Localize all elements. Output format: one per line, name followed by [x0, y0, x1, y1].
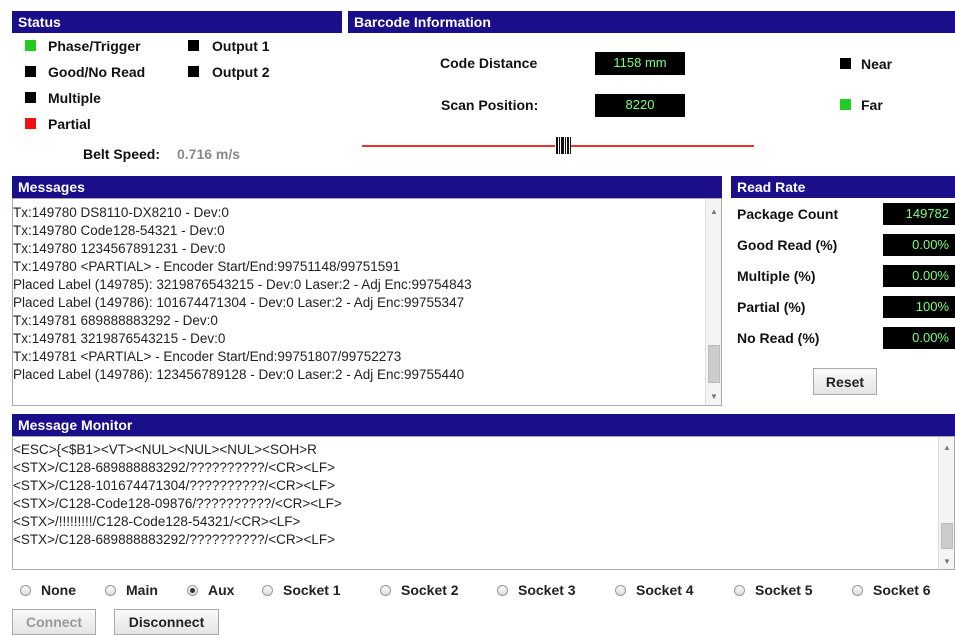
radio-circle-icon[interactable]: [105, 584, 116, 596]
radio-label: Aux: [208, 582, 235, 598]
radio-label: Socket 2: [401, 582, 459, 598]
source-radio-socket-2[interactable]: Socket 2: [380, 582, 459, 598]
message-line: Tx:149780 <PARTIAL> - Encoder Start/End:…: [13, 259, 401, 274]
radio-circle-icon[interactable]: [852, 584, 863, 596]
messages-scroll-thumb[interactable]: [708, 345, 720, 383]
scan-position-label: Scan Position:: [441, 97, 539, 113]
radio-label: Socket 6: [873, 582, 931, 598]
phase-trigger-label: Phase/Trigger: [48, 38, 141, 54]
radio-label: Socket 4: [636, 582, 694, 598]
radio-circle-icon[interactable]: [262, 584, 273, 596]
radio-label: Socket 5: [755, 582, 813, 598]
source-radio-none[interactable]: None: [20, 582, 76, 598]
scroll-up-icon[interactable]: ▲: [706, 207, 721, 216]
good-no-read-indicator: [25, 66, 36, 77]
source-radio-socket-5[interactable]: Socket 5: [734, 582, 813, 598]
message-line: Tx:149780 Code128-54321 - Dev:0: [13, 223, 225, 238]
source-radio-aux[interactable]: Aux: [187, 582, 234, 598]
scroll-down-icon[interactable]: ▼: [706, 392, 721, 401]
source-radio-socket-4[interactable]: Socket 4: [615, 582, 694, 598]
message-line: Placed Label (149785): 3219876543215 - D…: [13, 277, 472, 292]
message-line: Placed Label (149786): 123456789128 - De…: [13, 367, 465, 382]
no-read-label: No Read (%): [737, 330, 820, 346]
message-monitor-header: Message Monitor: [12, 414, 955, 436]
monitor-line: <STX>/C128-Code128-09876/??????????/<CR>…: [13, 496, 342, 511]
radio-circle-icon[interactable]: [187, 584, 198, 596]
connect-button[interactable]: Connect: [12, 609, 96, 635]
far-indicator: [840, 99, 851, 110]
source-radio-socket-1[interactable]: Socket 1: [262, 582, 341, 598]
good-read-label: Good Read (%): [737, 237, 838, 253]
messages-log[interactable]: Tx:149780 DS8110-DX8210 - Dev:0 Tx:14978…: [12, 198, 722, 406]
radio-label: Socket 3: [518, 582, 576, 598]
radio-circle-icon[interactable]: [380, 584, 391, 596]
source-radio-main[interactable]: Main: [105, 582, 158, 598]
monitor-line: <STX>/C128-689888883292/??????????/<CR><…: [13, 460, 336, 475]
message-monitor-log[interactable]: <ESC>{<$B1><VT><NUL><NUL><NUL><SOH>R <ST…: [12, 436, 955, 570]
status-header: Status: [12, 11, 342, 33]
radio-circle-icon[interactable]: [734, 584, 745, 596]
monitor-line: <STX>/C128-101674471304/??????????/<CR><…: [13, 478, 336, 493]
message-line: Placed Label (149786): 101674471304 - De…: [13, 295, 465, 310]
belt-speed-label: Belt Speed:: [83, 146, 161, 162]
code-distance-value: 1158 mm: [595, 52, 685, 75]
monitor-scroll-thumb[interactable]: [941, 523, 953, 549]
monitor-line: <STX>/C128-689888883292/??????????/<CR><…: [13, 532, 336, 547]
partial-label: Partial: [48, 116, 91, 132]
belt-speed-value: 0.716 m/s: [177, 146, 241, 162]
source-radio-group: None Main Aux Socket 1 Socket 2 Socket 3 Socke…: [0, 582, 955, 602]
near-indicator: [840, 58, 851, 69]
scroll-up-icon[interactable]: ▲: [939, 443, 954, 452]
barcode-info-header: Barcode Information: [348, 11, 955, 33]
message-line: Tx:149780 1234567891231 - Dev:0: [13, 241, 226, 256]
good-read-value: 0.00%: [883, 234, 955, 256]
no-read-value: 0.00%: [883, 327, 955, 349]
partial-rate-value: 100%: [883, 296, 955, 318]
messages-header: Messages: [12, 176, 722, 198]
multiple-rate-value: 0.00%: [883, 265, 955, 287]
radio-circle-icon[interactable]: [20, 584, 31, 596]
source-radio-socket-6[interactable]: Socket 6: [852, 582, 931, 598]
read-rate-header: Read Rate: [731, 176, 955, 198]
message-line: Tx:149781 <PARTIAL> - Encoder Start/End:…: [13, 349, 402, 364]
messages-scrollbar[interactable]: ▲ ▼: [705, 199, 721, 405]
multiple-label: Multiple: [48, 90, 101, 106]
radio-label: Socket 1: [283, 582, 341, 598]
partial-indicator: [25, 118, 36, 129]
package-count-label: Package Count: [737, 206, 839, 222]
multiple-rate-label: Multiple (%): [737, 268, 816, 284]
multiple-indicator: [25, 92, 36, 103]
package-count-value: 149782: [883, 203, 955, 225]
radio-circle-icon[interactable]: [615, 584, 626, 596]
output-1-indicator: [188, 40, 199, 51]
code-distance-label: Code Distance: [440, 55, 538, 71]
monitor-line: <ESC>{<$B1><VT><NUL><NUL><NUL><SOH>R: [13, 442, 317, 457]
source-radio-socket-3[interactable]: Socket 3: [497, 582, 576, 598]
near-label: Near: [861, 56, 893, 72]
phase-trigger-indicator: [25, 40, 36, 51]
radio-label: None: [41, 582, 76, 598]
monitor-scrollbar[interactable]: ▲ ▼: [938, 437, 954, 569]
message-line: Tx:149781 3219876543215 - Dev:0: [13, 331, 226, 346]
output-2-indicator: [188, 66, 199, 77]
message-line: Tx:149780 DS8110-DX8210 - Dev:0: [13, 205, 229, 220]
disconnect-button[interactable]: Disconnect: [114, 609, 219, 635]
far-label: Far: [861, 97, 883, 113]
scroll-down-icon[interactable]: ▼: [939, 557, 954, 566]
monitor-line: <STX>/!!!!!!!!!/C128-Code128-54321/<CR><…: [13, 514, 301, 529]
reset-button[interactable]: Reset: [813, 368, 877, 395]
scan-position-value: 8220: [595, 94, 685, 117]
radio-label: Main: [126, 582, 158, 598]
partial-rate-label: Partial (%): [737, 299, 806, 315]
barcode-marker-icon: [555, 136, 571, 155]
good-no-read-label: Good/No Read: [48, 64, 146, 80]
output-1-label: Output 1: [212, 38, 270, 54]
output-2-label: Output 2: [212, 64, 270, 80]
message-line: Tx:149781 689888883292 - Dev:0: [13, 313, 218, 328]
radio-circle-icon[interactable]: [497, 584, 508, 596]
